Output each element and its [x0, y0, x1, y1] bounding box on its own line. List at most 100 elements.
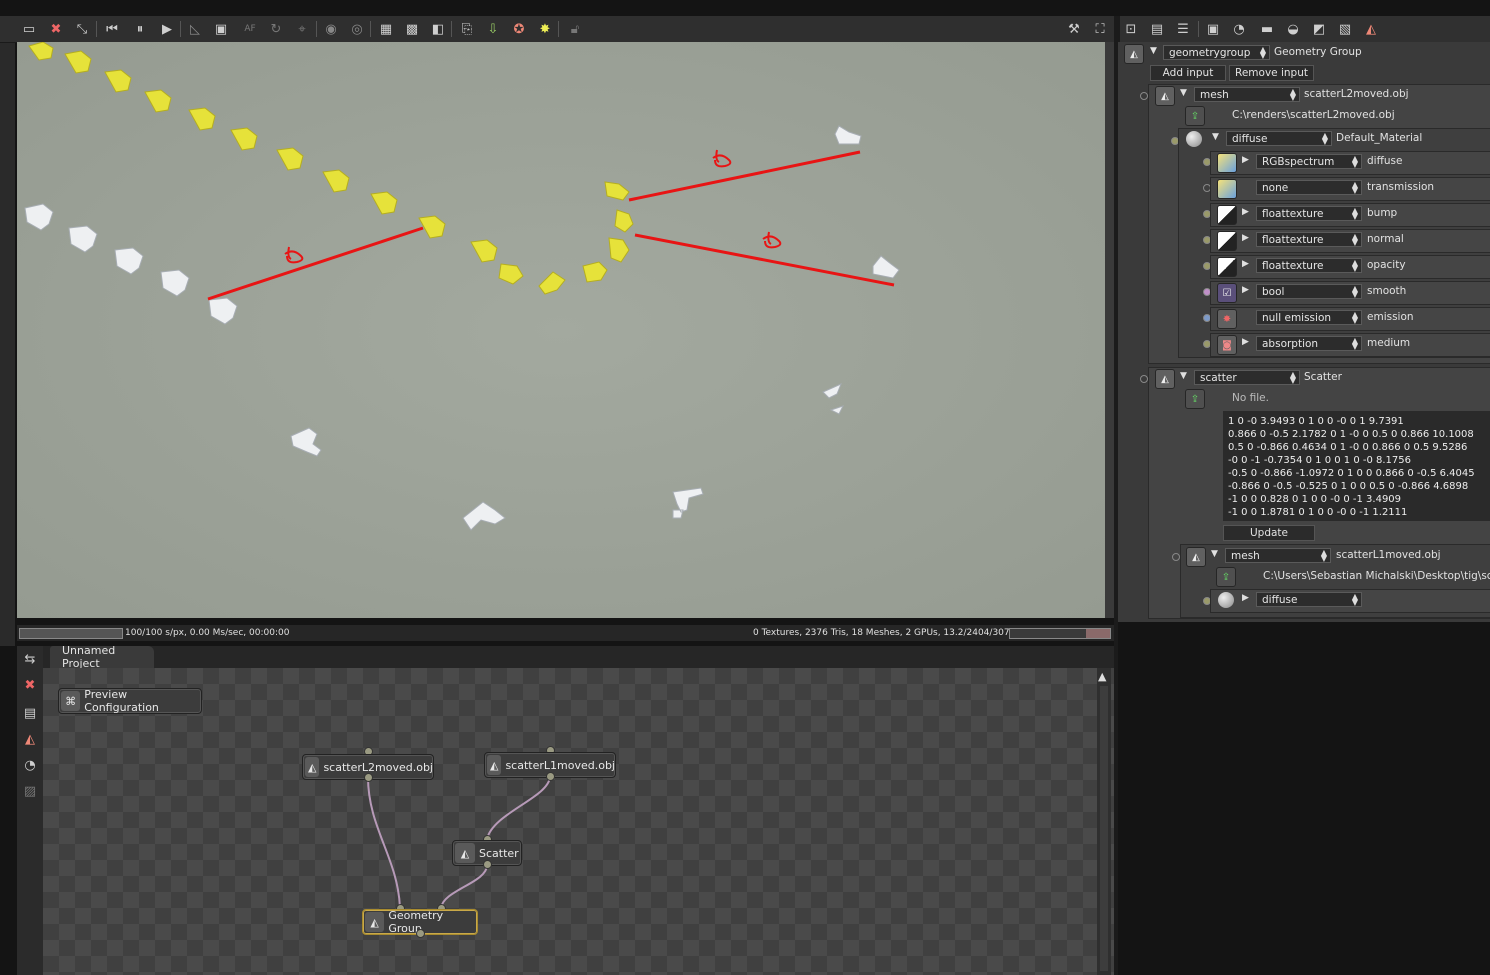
param-type-select[interactable]: bool ▲ ▼: [1256, 284, 1362, 299]
viewport-scrollbar[interactable]: [1105, 42, 1114, 618]
delete-node-icon[interactable]: ✖: [21, 676, 39, 694]
material-type-select[interactable]: diffuse ▲ ▼: [1256, 592, 1362, 607]
tab-unnamed-project[interactable]: Unnamed Project: [50, 644, 154, 670]
node-output-pin[interactable]: [483, 860, 492, 869]
kernel-icon[interactable]: ▬: [1258, 20, 1276, 38]
group-node-icon: ◭: [365, 912, 385, 932]
render-region-icon[interactable]: ▭: [20, 20, 38, 38]
orbit-icon[interactable]: ↻: [267, 20, 285, 38]
expand-arrow-icon[interactable]: ▶: [1242, 285, 1249, 295]
param-type-select[interactable]: null emission ▲ ▼: [1256, 310, 1362, 325]
select-value: floattexture: [1262, 207, 1324, 220]
geometry-icon[interactable]: ◭: [1362, 20, 1380, 38]
restart-render-icon[interactable]: ⏮: [103, 20, 121, 38]
mesh-type-select[interactable]: mesh ▲ ▼: [1225, 548, 1331, 563]
node-output-pin[interactable]: [416, 929, 425, 938]
scroll-thumb[interactable]: [1100, 686, 1108, 971]
input-pin[interactable]: [1140, 92, 1148, 100]
node-label: Geometry Group: [388, 909, 444, 935]
param-type-select[interactable]: absorption ▲ ▼: [1256, 336, 1362, 351]
connection-wire: [367, 776, 401, 909]
collapse-arrow-icon[interactable]: ▼: [1180, 88, 1187, 98]
camera-icon[interactable]: ◔: [1230, 20, 1248, 38]
input-pin[interactable]: [1172, 553, 1180, 561]
light-icon[interactable]: ✸: [536, 20, 554, 38]
update-button[interactable]: Update: [1223, 525, 1315, 541]
inspector-icon[interactable]: ⊡: [1122, 20, 1140, 38]
node-label: Scatter: [479, 846, 519, 860]
render-viewport[interactable]: [17, 42, 1105, 618]
list-icon[interactable]: ☰: [1174, 20, 1192, 38]
scatter-name: Scatter: [1304, 371, 1342, 383]
play-icon[interactable]: ▶: [158, 20, 176, 38]
material-picker-icon[interactable]: ✪: [510, 20, 528, 38]
collapse-arrow-icon[interactable]: ▼: [1212, 132, 1219, 142]
param-type-select[interactable]: RGBspectrum ▲ ▼: [1256, 154, 1362, 169]
environment-icon[interactable]: ◒: [1284, 20, 1302, 38]
load-file-icon[interactable]: ⇪: [1185, 389, 1205, 409]
image-icon[interactable]: ▣: [1204, 20, 1222, 38]
param-type-select[interactable]: floattexture ▲ ▼: [1256, 206, 1362, 221]
alpha-icon[interactable]: ◧: [429, 20, 447, 38]
cancel-render-icon[interactable]: ✖: [47, 20, 65, 38]
sphere-alt-icon[interactable]: ◎: [348, 20, 366, 38]
camera-node-icon[interactable]: ◔: [21, 756, 39, 774]
pick-icon[interactable]: ⌖: [293, 20, 311, 38]
param-type-select[interactable]: none ▲ ▼: [1256, 180, 1362, 195]
expand-arrow-icon[interactable]: ▶: [1242, 233, 1249, 243]
scatter-matrix-textarea[interactable]: 1 0 -0 3.9493 0 1 0 0 -0 0 1 9.7391 0.86…: [1223, 411, 1490, 521]
updown-icon: ▲ ▼: [1259, 45, 1266, 60]
sphere-icon[interactable]: ◉: [322, 20, 340, 38]
param-type-select[interactable]: floattexture ▲ ▼: [1256, 258, 1362, 273]
collapse-arrow-icon[interactable]: ▼: [1211, 549, 1218, 559]
grid-icon[interactable]: ▦: [377, 20, 395, 38]
ruler-icon[interactable]: ◺: [186, 20, 204, 38]
mesh-type-select[interactable]: mesh ▲ ▼: [1194, 87, 1300, 102]
expand-arrow-icon[interactable]: ▶: [1242, 155, 1249, 165]
load-file-icon[interactable]: ⇪: [1185, 106, 1205, 126]
fullscreen-icon[interactable]: ⛶: [1091, 20, 1109, 38]
postprocess-icon[interactable]: ▧: [1336, 20, 1354, 38]
copy-icon[interactable]: ⎘: [458, 20, 476, 38]
import-icon[interactable]: ⇩: [484, 20, 502, 38]
rearrange-icon[interactable]: ⇆: [21, 650, 39, 668]
geometry-group-type-select[interactable]: geometrygroup ▲ ▼: [1163, 45, 1270, 60]
scatter-type-select[interactable]: scatter ▲ ▼: [1194, 370, 1300, 385]
screen-icon[interactable]: ▣: [212, 20, 230, 38]
scroll-up-icon[interactable]: ▲: [1098, 670, 1106, 683]
mesh-node-icon: ◭: [305, 757, 320, 777]
settings-wrench-icon[interactable]: ⚒: [1065, 20, 1083, 38]
expand-arrow-icon[interactable]: ▶: [1242, 259, 1249, 269]
remove-input-button[interactable]: Remove input: [1229, 65, 1314, 81]
collapse-arrow-icon[interactable]: ▼: [1150, 46, 1157, 56]
expand-arrow-icon[interactable]: ▶: [1242, 207, 1249, 217]
expand-arrow-icon[interactable]: ▶: [1242, 337, 1249, 347]
viewport-toolbar: ▭ ✖ ⤡ ⏮ ⏸ ▶ ◺ ▣ AF ↻ ⌖ ◉ ◎ ▦ ▩ ◧ ⎘ ⇩ ✪ ✸…: [0, 16, 1116, 43]
select-value: floattexture: [1262, 259, 1324, 272]
node-editor-scrollbar[interactable]: ▲: [1097, 668, 1111, 975]
node-output-pin[interactable]: [546, 772, 555, 781]
geometry-node-icon[interactable]: ◭: [21, 730, 39, 748]
param-type-select[interactable]: floattexture ▲ ▼: [1256, 232, 1362, 247]
lock-icon[interactable]: 🔓︎: [566, 20, 584, 38]
input-pin[interactable]: [1140, 375, 1148, 383]
load-file-icon[interactable]: ⇪: [1216, 567, 1236, 587]
select-value: bool: [1262, 285, 1285, 298]
checker-icon[interactable]: ▩: [403, 20, 421, 38]
texture-node-icon[interactable]: ▨: [21, 782, 39, 800]
render-target-icon[interactable]: ▤: [21, 704, 39, 722]
fit-view-icon[interactable]: ⤡: [73, 20, 91, 38]
node-label: scatterL1moved.obj: [505, 758, 615, 772]
imager-icon[interactable]: ◩: [1310, 20, 1328, 38]
node-graph-canvas[interactable]: ⌘ Preview Configuration ◭ scatterL2moved…: [43, 668, 1114, 975]
node-output-pin[interactable]: [364, 773, 373, 782]
autofocus-icon[interactable]: AF: [241, 20, 259, 38]
expand-arrow-icon[interactable]: ▶: [1242, 593, 1249, 603]
material-type-select[interactable]: diffuse ▲ ▼: [1226, 131, 1332, 146]
layers-icon[interactable]: ▤: [1148, 20, 1166, 38]
collapse-arrow-icon[interactable]: ▼: [1180, 371, 1187, 381]
pause-icon[interactable]: ⏸: [131, 20, 149, 38]
add-input-button[interactable]: Add input: [1150, 65, 1226, 81]
select-value: floattexture: [1262, 233, 1324, 246]
preview-configuration-node[interactable]: ⌘ Preview Configuration: [58, 688, 202, 714]
